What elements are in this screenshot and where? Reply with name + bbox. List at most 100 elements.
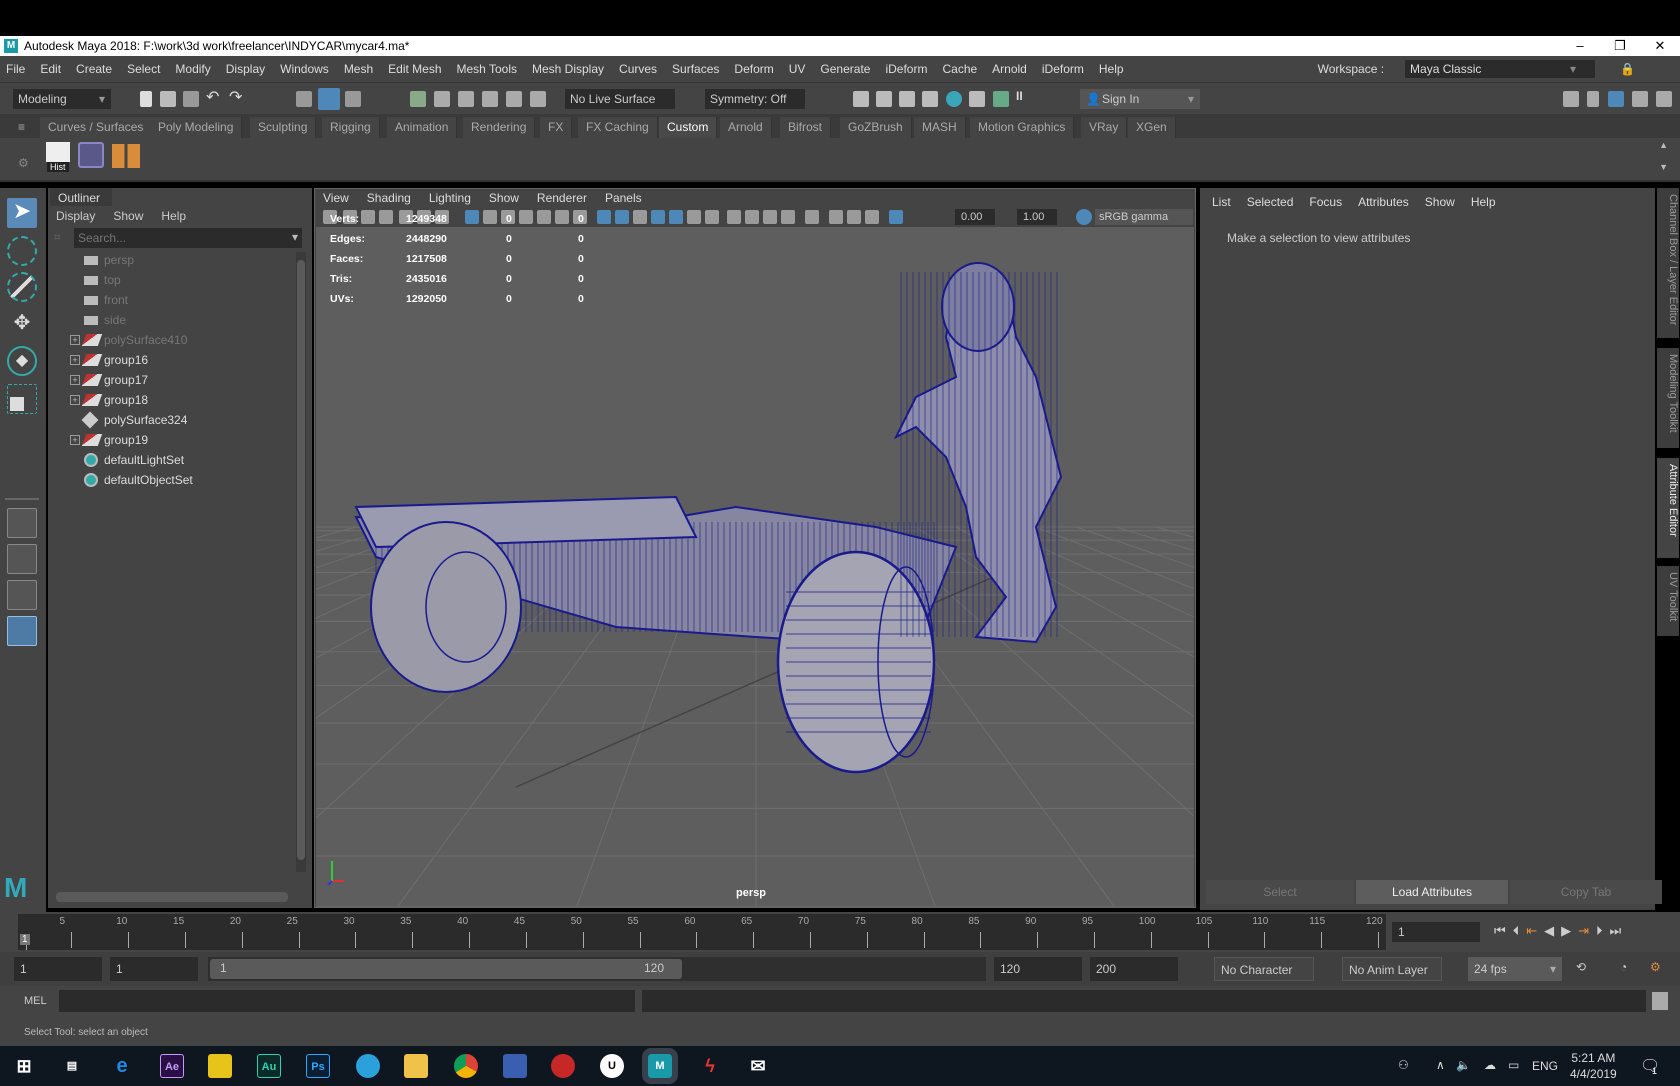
shelf-tab-motion-graphics[interactable]: Motion Graphics	[970, 117, 1075, 138]
viewport-toolbar-icon[interactable]	[829, 210, 843, 224]
expand-icon[interactable]: +	[70, 435, 80, 445]
gamma-field[interactable]: 1.00	[1017, 209, 1057, 225]
network-icon[interactable]: ▭	[1508, 1058, 1519, 1072]
task-view-icon[interactable]: ▤	[60, 1054, 84, 1078]
anim-preferences-icon[interactable]: ⚙	[1650, 960, 1661, 974]
poly-cube-icon[interactable]	[78, 142, 104, 168]
outliner-menu-show[interactable]: Show	[113, 206, 143, 226]
menu-edit[interactable]: Edit	[40, 62, 61, 76]
loop-icon[interactable]: ⟲	[1576, 960, 1586, 974]
unreal-engine-icon[interactable]: U	[600, 1054, 624, 1078]
viewport-toolbar-icon[interactable]	[633, 210, 647, 224]
menu-mesh-display[interactable]: Mesh Display	[532, 62, 604, 76]
redo-icon[interactable]: ↷	[229, 87, 245, 106]
select-component-icon[interactable]	[345, 91, 361, 107]
light-editor-icon[interactable]	[993, 91, 1009, 107]
viewport-toolbar-icon[interactable]	[705, 210, 719, 224]
menu-cache[interactable]: Cache	[942, 62, 977, 76]
attr-menu-show[interactable]: Show	[1425, 195, 1455, 209]
anim-layer-dropdown[interactable]: No Anim Layer	[1342, 957, 1442, 981]
human-ik-icon[interactable]	[1587, 91, 1599, 107]
load-attributes-button[interactable]: Load Attributes	[1356, 880, 1508, 904]
viewport-menu-show[interactable]: Show	[489, 191, 519, 207]
outliner-tab[interactable]: Outliner	[50, 188, 112, 206]
outliner-menu-display[interactable]: Display	[56, 206, 95, 226]
attr-menu-attributes[interactable]: Attributes	[1358, 195, 1409, 209]
attr-menu-selected[interactable]: Selected	[1247, 195, 1294, 209]
edge-browser-icon[interactable]: e	[110, 1054, 134, 1078]
scale-tool-icon[interactable]	[7, 384, 37, 414]
step-forward-frame-icon[interactable]: ⏵	[1596, 923, 1603, 939]
3d-viewport[interactable]: Verts: 1249348 0 0 Edges: 2448290 0 0 Face…	[316, 213, 1194, 907]
outliner-item[interactable]: side	[48, 310, 294, 330]
close-button[interactable]: ✕	[1640, 36, 1680, 56]
audition-icon[interactable]: Au	[257, 1054, 281, 1078]
shelf-tab-xgen[interactable]: XGen	[1128, 117, 1176, 138]
shelf-tab-sculpting[interactable]: Sculpting	[250, 117, 317, 138]
attribute-editor-icon[interactable]	[1608, 91, 1624, 107]
viewport-menu-lighting[interactable]: Lighting	[429, 191, 471, 207]
menu-mesh[interactable]: Mesh	[344, 62, 373, 76]
snap-view-plane-icon[interactable]	[506, 91, 522, 107]
outliner-menu-help[interactable]: Help	[161, 206, 186, 226]
chrome-icon[interactable]	[454, 1054, 478, 1078]
expand-icon[interactable]: +	[70, 335, 80, 345]
side-tab-channel-box[interactable]: Channel Box / Layer Editor	[1657, 188, 1679, 338]
minimize-button[interactable]: –	[1560, 36, 1600, 56]
shelf-tab-gozbrush[interactable]: GoZBrush	[840, 117, 912, 138]
outliner-item[interactable]: + group16	[48, 350, 294, 370]
language-indicator[interactable]: ENG	[1532, 1059, 1558, 1073]
persp-outliner-icon[interactable]	[7, 580, 37, 610]
rotate-tool-icon[interactable]: ◆	[7, 346, 37, 376]
menu-ideform-2[interactable]: iDeform	[1042, 62, 1084, 76]
people-icon[interactable]: ⚇	[1398, 1058, 1409, 1072]
shelf-tab-rigging[interactable]: Rigging	[322, 117, 380, 138]
telegram-icon[interactable]	[356, 1054, 380, 1078]
menu-edit-mesh[interactable]: Edit Mesh	[388, 62, 441, 76]
file-explorer-icon[interactable]	[404, 1054, 428, 1078]
attr-menu-list[interactable]: List	[1212, 195, 1231, 209]
attr-menu-help[interactable]: Help	[1471, 195, 1496, 209]
shelf-scroll-down-icon[interactable]: ▼	[1659, 162, 1668, 172]
viewport-toolbar-icon[interactable]	[847, 210, 861, 224]
shelf-tab-mash[interactable]: MASH	[914, 117, 966, 138]
viewport-toolbar-icon[interactable]	[781, 210, 795, 224]
single-perspective-view-icon[interactable]	[7, 508, 37, 538]
shelf-tab-animation[interactable]: Animation	[387, 117, 458, 138]
range-slider-handle[interactable]: 1 120	[210, 959, 682, 979]
shelf-tab-rendering[interactable]: Rendering	[463, 117, 536, 138]
menu-help[interactable]: Help	[1099, 62, 1124, 76]
workspace-dropdown[interactable]: Maya Classic ▾	[1405, 60, 1596, 78]
menu-modify[interactable]: Modify	[175, 62, 210, 76]
shelf-settings-icon[interactable]: ⚙	[18, 156, 29, 170]
viewport-toolbar-icon[interactable]	[651, 210, 665, 224]
shelf-tab-curves-surfaces[interactable]: Curves / Surfaces	[40, 117, 153, 138]
new-scene-icon[interactable]	[140, 91, 152, 107]
color-management-toggle-icon[interactable]	[1076, 209, 1092, 225]
render-frame-icon[interactable]	[876, 91, 892, 107]
system-clock[interactable]: 5:21 AM 4/4/2019	[1570, 1050, 1617, 1082]
photoshop-icon[interactable]: Ps	[306, 1054, 330, 1078]
live-surface-field[interactable]: No Live Surface	[565, 89, 675, 109]
auto-key-icon[interactable]: ◔	[1620, 960, 1627, 974]
shelf-tab-custom[interactable]: Custom	[659, 117, 718, 138]
animation-start-field[interactable]: 1	[14, 957, 102, 981]
render-view-icon[interactable]	[853, 91, 869, 107]
maximize-button[interactable]: ❐	[1600, 36, 1640, 56]
menu-deform[interactable]: Deform	[734, 62, 773, 76]
step-back-key-icon[interactable]: ⇤	[1526, 923, 1537, 939]
viewport-toolbar-icon[interactable]	[669, 210, 683, 224]
go-to-end-icon[interactable]: ⏭	[1610, 923, 1622, 939]
tool-settings-icon[interactable]	[1632, 91, 1648, 107]
outliner-layout-icon[interactable]	[7, 616, 37, 646]
animation-end-field[interactable]: 200	[1090, 957, 1178, 981]
outliner-vertical-scrollbar[interactable]	[296, 252, 306, 872]
ipr-render-icon[interactable]	[899, 91, 915, 107]
shelf-tab-bifrost[interactable]: Bifrost	[780, 117, 832, 138]
lock-icon[interactable]: 🔒	[1620, 62, 1635, 76]
shelf-menu-icon[interactable]: ≡	[18, 120, 25, 134]
side-tab-uv-toolkit[interactable]: UV Toolkit	[1657, 566, 1679, 636]
outliner-item[interactable]: + group18	[48, 390, 294, 410]
outliner-item[interactable]: persp	[48, 250, 294, 270]
attr-menu-focus[interactable]: Focus	[1309, 195, 1342, 209]
